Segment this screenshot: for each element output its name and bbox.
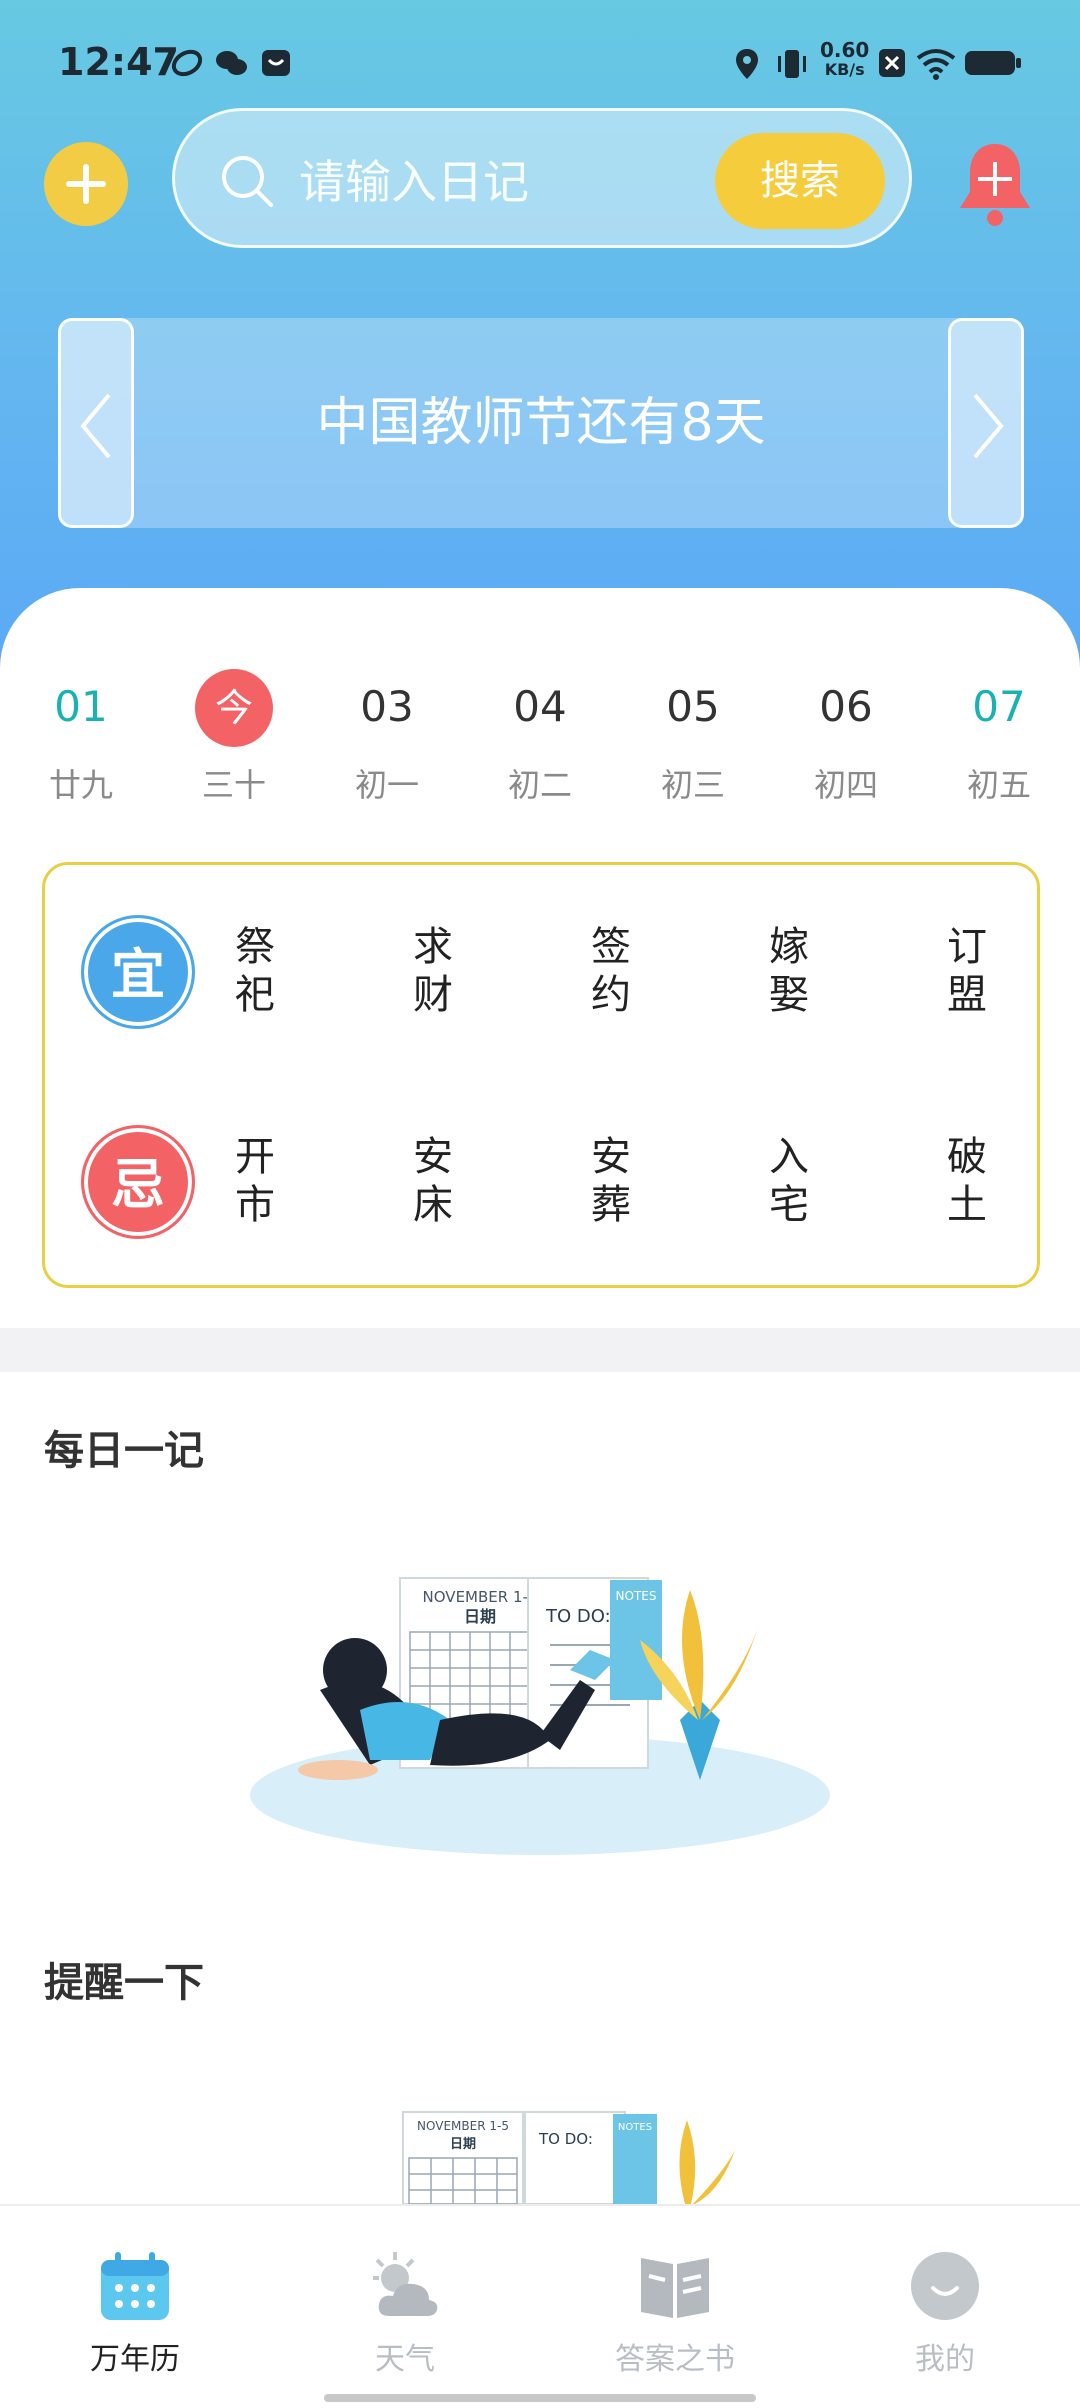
almanac-box: 宜 祭祀 求财 签约 嫁娶 订盟 忌 开市 安床 安葬 入宅 破土 (42, 862, 1040, 1288)
day-number: 05 (666, 682, 720, 731)
reminder-section-title: 提醒一下 (44, 1960, 204, 2006)
holiday-banner: 中国教师节还有8天 (58, 318, 1024, 528)
network-speed-value: 0.60 (820, 38, 870, 62)
illus-notes: NOTES (618, 2122, 652, 2133)
banner-next-button[interactable] (948, 318, 1024, 528)
day-item[interactable]: 07 初五 (924, 668, 1074, 806)
data-off-icon (878, 48, 906, 82)
day-item[interactable]: 03 初一 (312, 668, 462, 806)
lunar-date: 初四 (813, 766, 878, 804)
week-strip: 01 廿九 今 三十 03 初一 04 初二 05 初三 06 初四 07 初五 (0, 668, 1080, 808)
chevron-right-icon (973, 393, 1004, 459)
lunar-date: 三十 (201, 766, 266, 804)
day-number: 07 (972, 682, 1026, 731)
network-speed: 0.60 KB/s (820, 40, 869, 80)
network-speed-unit: KB/s (824, 60, 865, 79)
illus-header: NOVEMBER 1-5 (423, 1588, 538, 1606)
nav-calendar[interactable]: 万年历 (0, 2206, 270, 2408)
ji-item: 安床 (413, 1134, 453, 1228)
vibrate-icon (774, 48, 810, 84)
search-icon (222, 156, 273, 207)
yi-item: 订盟 (947, 924, 987, 1018)
day-item[interactable]: 05 初三 (618, 668, 768, 806)
holiday-countdown: 中国教师节还有8天 (316, 393, 766, 453)
empty-diary-illustration[interactable]: NOVEMBER 1-5 日期 TO DO: NOTES (250, 1570, 830, 1860)
bottom-nav: 万年历 天气 答案之书 我的 (0, 2204, 1080, 2408)
day-number: 04 (513, 682, 567, 731)
status-time: 12:47 (58, 40, 179, 84)
ji-item: 破土 (947, 1134, 987, 1228)
illus-subheader: 日期 (464, 1607, 496, 1626)
lunar-date: 初五 (966, 766, 1031, 804)
wechat-icon (214, 48, 248, 82)
section-divider (0, 1328, 1080, 1372)
day-item-today[interactable]: 今 三十 (159, 668, 309, 806)
yi-item: 祭祀 (235, 924, 275, 1018)
nav-label: 万年历 (90, 2342, 180, 2377)
book-icon (641, 2258, 709, 2318)
app-notification-icon (170, 48, 204, 82)
battery-icon (964, 48, 1022, 82)
calendar-icon (101, 2252, 169, 2320)
nav-label: 答案之书 (615, 2342, 735, 2377)
today-badge: 今 (195, 669, 273, 747)
reminder-bell-icon[interactable] (950, 138, 1040, 228)
nav-label: 天气 (375, 2342, 435, 2377)
yi-badge: 宜 (81, 915, 195, 1029)
day-number: 06 (819, 682, 873, 731)
add-diary-button[interactable] (44, 142, 128, 226)
weather-icon (373, 2252, 438, 2316)
lunar-date: 初三 (660, 766, 725, 804)
lunar-date: 廿九 (48, 766, 113, 804)
nav-answer-book[interactable]: 答案之书 (540, 2206, 810, 2408)
day-item[interactable]: 01 廿九 (6, 668, 156, 806)
nav-label: 我的 (915, 2342, 975, 2377)
banner-prev-button[interactable] (58, 318, 134, 528)
day-item[interactable]: 04 初二 (465, 668, 615, 806)
illus-notes: NOTES (616, 1589, 657, 1603)
empty-reminder-illustration[interactable]: NOVEMBER 1-5 日期 TO DO: NOTES (395, 2110, 755, 2204)
ji-item: 开市 (235, 1134, 275, 1228)
home-indicator[interactable] (324, 2394, 756, 2402)
profile-icon (911, 2252, 979, 2320)
nav-weather[interactable]: 天气 (270, 2206, 540, 2408)
yi-item: 嫁娶 (769, 924, 809, 1018)
search-input[interactable] (299, 147, 719, 217)
lunar-date: 初二 (507, 766, 572, 804)
yi-item: 签约 (591, 924, 631, 1018)
yi-item: 求财 (413, 924, 453, 1018)
status-bar: 12:47 0.60 KB/s (0, 0, 1080, 120)
illus-todo: TO DO: (538, 2130, 593, 2148)
wifi-icon (916, 48, 956, 84)
diary-section-title: 每日一记 (44, 1428, 204, 1474)
illus-todo: TO DO: (545, 1606, 611, 1627)
illus-header: NOVEMBER 1-5 (417, 2119, 509, 2133)
illus-subheader: 日期 (450, 2137, 476, 2152)
search-bar[interactable]: 搜索 (172, 108, 912, 248)
chevron-left-icon (80, 393, 111, 459)
day-number: 01 (54, 682, 108, 731)
app-icon (260, 48, 292, 82)
day-number: 03 (360, 682, 414, 731)
ji-item: 安葬 (591, 1134, 631, 1228)
ji-badge: 忌 (81, 1125, 195, 1239)
ji-item: 入宅 (769, 1134, 809, 1228)
location-icon (734, 48, 760, 84)
nav-profile[interactable]: 我的 (810, 2206, 1080, 2408)
day-item[interactable]: 06 初四 (771, 668, 921, 806)
search-button[interactable]: 搜索 (715, 133, 885, 229)
lunar-date: 初一 (354, 766, 419, 804)
